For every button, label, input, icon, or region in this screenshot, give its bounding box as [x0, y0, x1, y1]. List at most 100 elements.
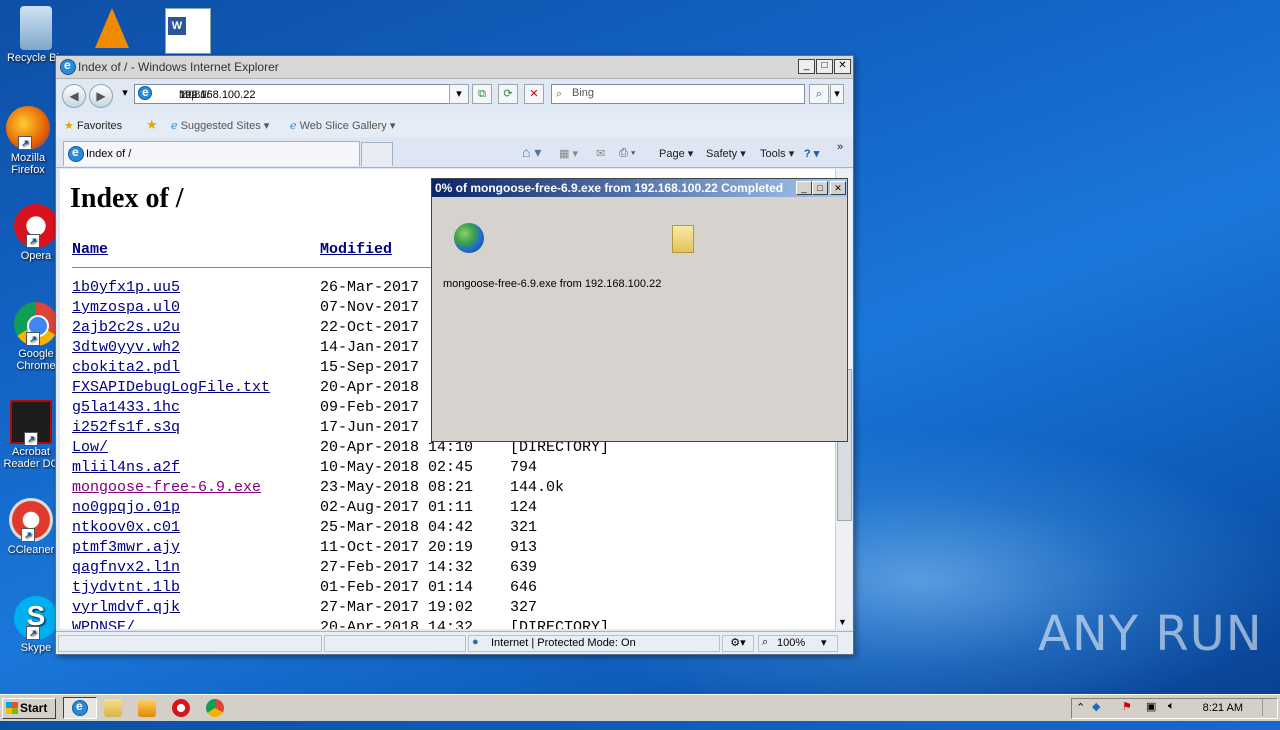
file-link[interactable]: ntkoov0x.c01	[72, 519, 180, 536]
desktop-icon-firefox[interactable]: ↗ Mozilla Firefox	[0, 106, 56, 176]
file-link[interactable]: i252fs1f.s3q	[72, 419, 180, 436]
new-tab-button[interactable]	[361, 142, 393, 166]
network-icon[interactable]: ▣	[1146, 700, 1156, 713]
safety-menu[interactable]: Safety ▾	[706, 147, 746, 160]
minimize-button[interactable]: _	[798, 59, 815, 74]
file-size: [DIRECTORY]	[510, 619, 610, 629]
scroll-down-arrow-icon[interactable]: ▼	[838, 617, 847, 627]
help-icon[interactable]: ? ▾	[804, 147, 819, 160]
tab-index-of[interactable]: Index of /	[63, 141, 360, 166]
modified-date: 07-Nov-2017	[320, 299, 420, 316]
page-icon	[138, 85, 152, 100]
refresh-button[interactable]: ⟳	[498, 84, 518, 104]
desktop-icon-label: Opera	[20, 250, 52, 262]
file-link[interactable]: tjydvtnt.1lb	[72, 579, 180, 596]
maximize-button[interactable]: □	[816, 59, 833, 74]
desktop-icon-label: Mozilla Firefox	[10, 152, 46, 176]
modified-date: 17-Jun-2017	[320, 419, 420, 436]
acrobat-icon: ↗	[10, 400, 52, 446]
file-link[interactable]: 1ymzospa.ul0	[72, 299, 180, 316]
clock[interactable]: 8:21 AM	[1203, 702, 1243, 714]
file-link[interactable]: 2ajb2c2s.u2u	[72, 319, 180, 336]
address-bar[interactable]: http://192.168.100.22:8080/	[134, 84, 466, 104]
ie-icon	[60, 58, 76, 75]
file-link[interactable]: WPDNSE/	[72, 619, 135, 629]
compatibility-view-button[interactable]: ⧉	[472, 84, 492, 104]
file-link[interactable]: qagfnvx2.l1n	[72, 559, 180, 576]
close-button[interactable]: ✕	[834, 59, 851, 74]
dialog-maximize-button[interactable]: □	[812, 181, 828, 195]
vlc-icon[interactable]	[95, 8, 129, 48]
taskbar: Start ⌃ ◆ ⚑ ▣ 🔈︎ 8:21 AM	[0, 694, 1280, 721]
file-link[interactable]: Low/	[72, 439, 108, 456]
media-player-taskbar-icon[interactable]	[138, 699, 156, 717]
file-link[interactable]: 1b0yfx1p.uu5	[72, 279, 180, 296]
dialog-close-button[interactable]: ✕	[830, 181, 846, 195]
desktop-icon-ccleaner[interactable]: ↗ CCleaner	[0, 498, 62, 556]
dialog-minimize-button[interactable]: _	[796, 181, 812, 195]
file-size: 794	[510, 459, 538, 476]
forward-button[interactable]: ▶	[89, 84, 113, 108]
status-text-cell	[58, 635, 322, 652]
file-link[interactable]: 3dtw0yyv.wh2	[72, 339, 180, 356]
chrome-icon: ↗	[14, 302, 58, 346]
desktop-icon-label: Skype	[20, 642, 52, 654]
desktop-icon-label: Acrobat Reader DC	[3, 446, 59, 470]
add-to-favorites-bar-icon[interactable]: ★	[146, 117, 158, 133]
column-header-name[interactable]: Name	[72, 241, 108, 258]
address-dropdown-button[interactable]: ▾	[449, 84, 469, 104]
status-progress-cell	[324, 635, 466, 652]
chevron-more-icon[interactable]: »	[837, 141, 843, 153]
back-button[interactable]: ◀	[62, 84, 86, 108]
taskbar-ie-button[interactable]	[63, 697, 97, 719]
ie-titlebar[interactable]: Index of / - Windows Internet Explorer _…	[56, 56, 853, 79]
feeds-icon[interactable]: ▦ ▾	[559, 147, 578, 160]
recent-pages-dropdown[interactable]: ▾	[116, 84, 134, 102]
security-zone[interactable]: ● Internet | Protected Mode: On	[468, 635, 720, 652]
zoom-level[interactable]: ⌕ 100% ▾	[758, 635, 838, 652]
search-button[interactable]: ⌕	[809, 84, 829, 104]
dialog-titlebar[interactable]: 0% of mongoose-free-6.9.exe from 192.168…	[432, 179, 847, 197]
file-link[interactable]: vyrlmdvf.qjk	[72, 599, 180, 616]
search-input[interactable]: Bing ⌕	[551, 84, 805, 104]
globe-icon: ●	[472, 636, 479, 648]
file-link[interactable]: cbokita2.pdl	[72, 359, 180, 376]
chrome-taskbar-icon[interactable]	[206, 699, 224, 717]
suggested-sites-link[interactable]: ℯ Suggested Sites ▾	[171, 119, 269, 132]
column-header-modified[interactable]: Modified	[320, 241, 392, 258]
stop-button[interactable]: ✕	[524, 84, 544, 104]
file-link[interactable]: no0gpqjo.01p	[72, 499, 180, 516]
file-link[interactable]: FXSAPIDebugLogFile.txt	[72, 379, 270, 396]
dialog-title: 0% of mongoose-free-6.9.exe from 192.168…	[435, 181, 784, 195]
file-link[interactable]: g5la1433.1hc	[72, 399, 180, 416]
file-link[interactable]: ptmf3mwr.ajy	[72, 539, 180, 556]
desktop-icon-acrobat[interactable]: ↗ Acrobat Reader DC	[0, 400, 62, 470]
web-slice-gallery-link[interactable]: ℯ Web Slice Gallery ▾	[290, 119, 395, 132]
action-center-icon[interactable]: ⚑	[1122, 700, 1132, 713]
opera-taskbar-icon[interactable]	[172, 699, 190, 717]
show-desktop-button[interactable]	[1262, 699, 1275, 716]
favorites-button[interactable]: ★ Favorites	[64, 119, 122, 132]
home-icon[interactable]: ⌂ ▾	[522, 144, 541, 161]
file-size: 639	[510, 559, 538, 576]
modified-date: 27-Feb-2017 14:32	[320, 559, 474, 576]
file-link[interactable]: mliil4ns.a2f	[72, 459, 180, 476]
recycle-bin-icon	[20, 6, 52, 50]
page-menu[interactable]: Page ▾	[659, 147, 693, 160]
search-options-dropdown[interactable]: ▾	[830, 84, 844, 104]
tools-menu[interactable]: Tools ▾	[760, 147, 794, 160]
volume-icon[interactable]: 🔈︎	[1168, 700, 1175, 713]
start-button[interactable]: Start	[2, 698, 56, 719]
read-mail-icon[interactable]: ✉	[596, 147, 605, 160]
word-document-icon[interactable]: W	[165, 8, 211, 54]
windows-logo-icon	[6, 702, 18, 714]
file-link[interactable]: mongoose-free-6.9.exe	[72, 479, 261, 496]
protected-mode-settings-icon[interactable]: ⚙▾	[722, 635, 754, 652]
skype-icon: S ↗	[14, 596, 58, 640]
print-icon[interactable]: ⎙ ▾	[619, 147, 635, 160]
show-hidden-icons-icon[interactable]: ⌃	[1076, 701, 1085, 714]
desktop-icon-label: CCleaner	[7, 544, 55, 556]
explorer-taskbar-icon[interactable]	[104, 699, 122, 717]
network-app-icon[interactable]: ◆	[1092, 700, 1100, 713]
download-progress-dialog[interactable]: 0% of mongoose-free-6.9.exe from 192.168…	[431, 178, 848, 442]
